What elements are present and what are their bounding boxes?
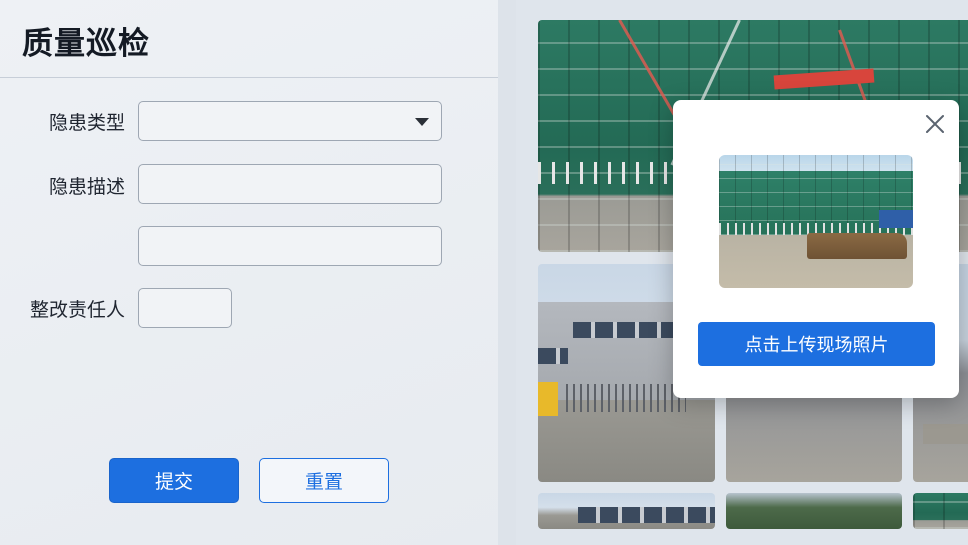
close-icon[interactable] [923, 112, 947, 136]
submit-button[interactable]: 提交 [109, 458, 239, 503]
hazard-description-extra-input[interactable] [138, 226, 442, 266]
rectifier-input[interactable] [138, 288, 232, 328]
hazard-description-input[interactable] [138, 164, 442, 204]
preview-site-office [879, 210, 913, 228]
upload-photo-modal: 点击上传现场照片 [673, 100, 959, 398]
title-divider [0, 77, 498, 78]
building-windows [578, 507, 715, 523]
hazard-description-label: 隐患描述 [48, 176, 125, 198]
rectifier-label: 整改责任人 [29, 299, 125, 321]
panel-separator [498, 0, 516, 545]
hazard-type-label: 隐患类型 [48, 112, 125, 134]
photo-preview [719, 155, 913, 288]
gallery-photo-bottom-trees[interactable] [726, 493, 902, 529]
hazard-type-select[interactable] [138, 101, 442, 141]
building-windows [538, 348, 568, 364]
construction-debris [923, 424, 968, 444]
inspection-form-panel: 质量巡检 隐患类型 隐患描述 整改责任人 提交 重置 [0, 0, 498, 545]
page-title: 质量巡检 [22, 26, 150, 62]
reset-button[interactable]: 重置 [259, 458, 389, 503]
upload-site-photo-button[interactable]: 点击上传现场照片 [698, 322, 935, 366]
yellow-vehicle [538, 382, 558, 416]
preview-rubble [807, 233, 907, 259]
gallery-photo-bottom-scaffold[interactable] [913, 493, 968, 529]
gallery-photo-bottom-building[interactable] [538, 493, 715, 529]
sliding-gate [566, 384, 686, 412]
chevron-down-icon [415, 118, 429, 126]
